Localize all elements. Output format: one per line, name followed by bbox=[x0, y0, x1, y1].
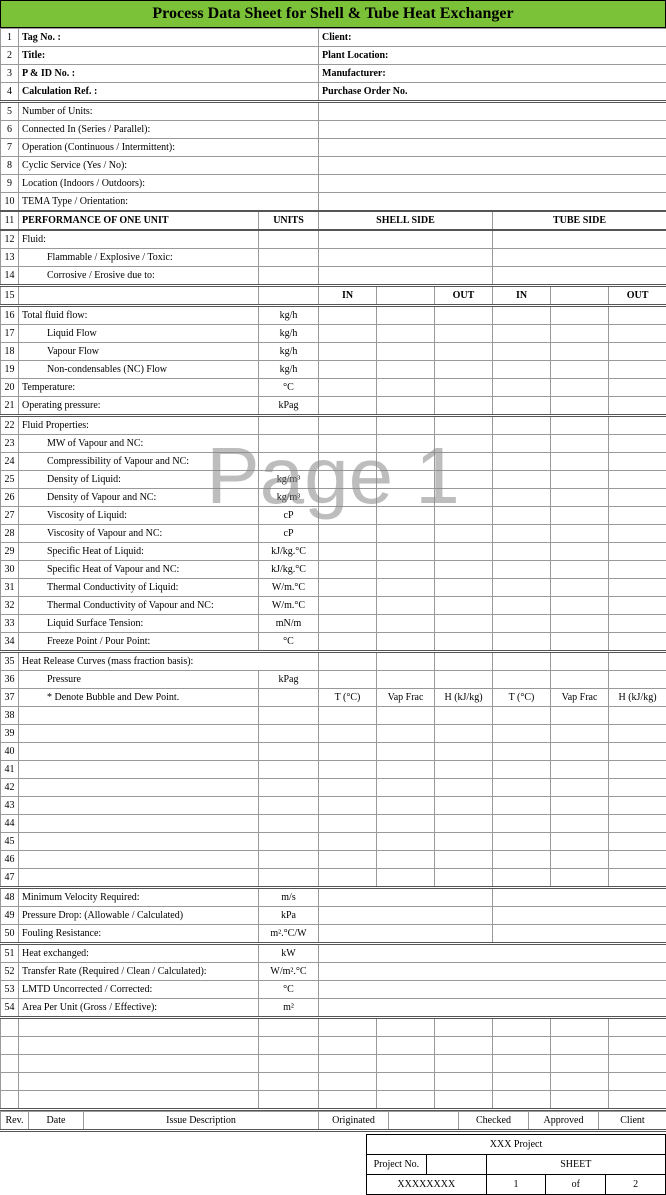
table-row: 27Viscosity of Liquid:cP bbox=[1, 507, 666, 525]
table-row: 32Thermal Conductivity of Vapour and NC:… bbox=[1, 597, 666, 615]
table-row: 54Area Per Unit (Gross / Effective):m² bbox=[1, 999, 666, 1018]
table-row: 34Freeze Point / Pour Point:°C bbox=[1, 633, 666, 652]
table-row: 36PressurekPag bbox=[1, 671, 666, 689]
table-row: 29Specific Heat of Liquid:kJ/kg.°C bbox=[1, 543, 666, 561]
table-row: 21Operating pressure:kPag bbox=[1, 397, 666, 416]
table-row: 25Density of Liquid:kg/m³ bbox=[1, 471, 666, 489]
table-row: 5Number of Units: bbox=[1, 102, 666, 121]
table-row: 35Heat Release Curves (mass fraction bas… bbox=[1, 652, 666, 671]
table-row: 12Fluid: bbox=[1, 230, 666, 249]
table-row: 48Minimum Velocity Required:m/s bbox=[1, 888, 666, 907]
table-row: 7Operation (Continuous / Intermittent): bbox=[1, 139, 666, 157]
table-row: 15INOUTINOUT bbox=[1, 286, 666, 306]
table-row: 18Vapour Flowkg/h bbox=[1, 343, 666, 361]
table-row: 45 bbox=[1, 833, 666, 851]
table-row: 9Location (Indoors / Outdoors): bbox=[1, 175, 666, 193]
table-row: 47 bbox=[1, 869, 666, 888]
table-row: 20Temperature:°C bbox=[1, 379, 666, 397]
table-row: 14Corrosive / Erosive due to: bbox=[1, 267, 666, 286]
table-row: 10TEMA Type / Orientation: bbox=[1, 193, 666, 212]
table-row: 40 bbox=[1, 743, 666, 761]
table-row bbox=[1, 1091, 666, 1110]
table-row: 17Liquid Flowkg/h bbox=[1, 325, 666, 343]
table-row bbox=[1, 1018, 666, 1037]
table-row: 4Calculation Ref. :Purchase Order No. bbox=[1, 83, 666, 102]
table-row: 30Specific Heat of Vapour and NC:kJ/kg.°… bbox=[1, 561, 666, 579]
table-row: 2Title:Plant Location: bbox=[1, 47, 666, 65]
table-row: 43 bbox=[1, 797, 666, 815]
table-row: 22Fluid Properties: bbox=[1, 416, 666, 435]
table-row: 11PERFORMANCE OF ONE UNITUNITSSHELL SIDE… bbox=[1, 211, 666, 230]
table-row: 44 bbox=[1, 815, 666, 833]
table-row: 39 bbox=[1, 725, 666, 743]
table-row: 52Transfer Rate (Required / Clean / Calc… bbox=[1, 963, 666, 981]
table-row: 1Tag No. :Client: bbox=[1, 29, 666, 47]
table-row: 16Total fluid flow:kg/h bbox=[1, 306, 666, 325]
table-row: 38 bbox=[1, 707, 666, 725]
table-row bbox=[1, 1055, 666, 1073]
table-row: 6Connected In (Series / Parallel): bbox=[1, 121, 666, 139]
table-row: 3P & ID No. :Manufacturer: bbox=[1, 65, 666, 83]
table-row: 19Non-condensables (NC) Flowkg/h bbox=[1, 361, 666, 379]
table-row bbox=[1, 1073, 666, 1091]
table-row: 33Liquid Surface Tension:mN/m bbox=[1, 615, 666, 633]
table-row: 42 bbox=[1, 779, 666, 797]
table-row: 26Density of Vapour and NC:kg/m³ bbox=[1, 489, 666, 507]
page-title: Process Data Sheet for Shell & Tube Heat… bbox=[0, 0, 666, 28]
table-row: 50Fouling Resistance:m².°C/W bbox=[1, 925, 666, 944]
table-row: 53LMTD Uncorrected / Corrected:°C bbox=[1, 981, 666, 999]
table-row: 51Heat exchanged:kW bbox=[1, 944, 666, 963]
table-row: 37* Denote Bubble and Dew Point.T (°C)Va… bbox=[1, 689, 666, 707]
table-row: 41 bbox=[1, 761, 666, 779]
table-row: 31Thermal Conductivity of Liquid:W/m.°C bbox=[1, 579, 666, 597]
table-row bbox=[1, 1037, 666, 1055]
table-row: 23MW of Vapour and NC: bbox=[1, 435, 666, 453]
footer-box: XXX Project Project No.SHEET XXXXXXXX1of… bbox=[366, 1134, 666, 1195]
table-row: 46 bbox=[1, 851, 666, 869]
table-row: 28Viscosity of Vapour and NC:cP bbox=[1, 525, 666, 543]
table-row: 49Pressure Drop: (Allowable / Calculated… bbox=[1, 907, 666, 925]
table-row: 24Compressibility of Vapour and NC: bbox=[1, 453, 666, 471]
table-row: 13Flammable / Explosive / Toxic: bbox=[1, 249, 666, 267]
table-row: 8Cyclic Service (Yes / No): bbox=[1, 157, 666, 175]
revision-table: Rev.DateIssue DescriptionOriginatedCheck… bbox=[0, 1111, 666, 1132]
data-sheet-table: 1Tag No. :Client: 2Title:Plant Location:… bbox=[0, 28, 666, 1111]
